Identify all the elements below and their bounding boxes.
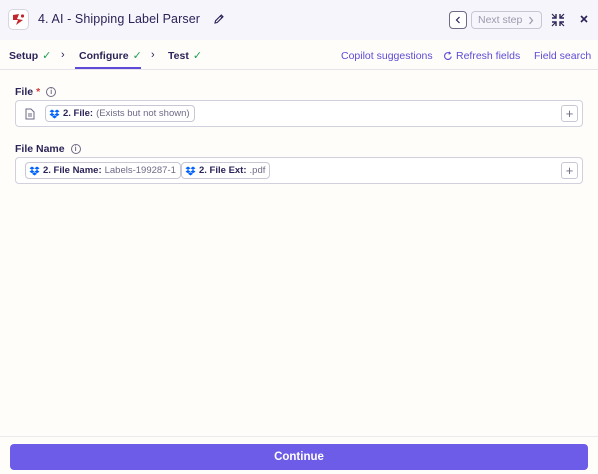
pill-label: 2. File Ext:: [199, 165, 247, 176]
refresh-fields-link[interactable]: Refresh fields: [443, 50, 520, 62]
active-tab-indicator: [75, 67, 141, 69]
file-field-label: File * i: [15, 86, 57, 98]
check-icon: ✓: [132, 50, 142, 62]
tab-test-label: Test: [168, 49, 189, 62]
dropbox-icon: [49, 109, 60, 118]
next-step-button[interactable]: Next step: [471, 11, 542, 29]
refresh-icon: [443, 51, 452, 60]
edit-pencil-icon[interactable]: [213, 13, 225, 25]
file-name-label-text: File Name: [15, 143, 65, 155]
check-icon: ✓: [192, 50, 203, 62]
add-field-plus-button[interactable]: +: [561, 105, 578, 122]
close-icon[interactable]: [578, 13, 590, 25]
check-icon: ✓: [42, 50, 52, 62]
pill-value: (Exists but not shown): [96, 108, 190, 119]
file-name-field[interactable]: 2. File Name: Labels-199287-1 2. File Ex…: [15, 157, 583, 184]
file-field[interactable]: 2. File: (Exists but not shown) +: [15, 100, 583, 127]
file-label-text: File: [15, 86, 34, 98]
file-name-field-label: File Name i: [15, 143, 81, 155]
pill-label: 2. File Name:: [43, 165, 102, 176]
required-asterisk: *: [36, 86, 41, 98]
dropbox-icon: [29, 166, 40, 175]
tab-configure[interactable]: Configure ✓: [79, 49, 142, 63]
info-icon[interactable]: i: [46, 87, 57, 97]
step-title[interactable]: 4. AI - Shipping Label Parser: [38, 12, 200, 26]
mapped-field-pill[interactable]: 2. File Ext: .pdf: [181, 162, 271, 179]
chevron-right-icon: [529, 16, 534, 25]
footer: Continue: [0, 436, 598, 474]
continue-button[interactable]: Continue: [10, 444, 588, 470]
pill-value: .pdf: [249, 165, 266, 176]
mapped-field-pill[interactable]: 2. File: (Exists but not shown): [45, 105, 195, 122]
collapse-icon[interactable]: [551, 13, 565, 27]
dropbox-icon: [185, 166, 196, 175]
info-icon[interactable]: i: [70, 144, 81, 154]
pill-label: 2. File:: [63, 108, 94, 119]
chevron-left-icon: [455, 16, 460, 24]
tab-setup[interactable]: Setup ✓: [9, 49, 52, 63]
next-step-label: Next step: [478, 14, 523, 26]
field-search-link[interactable]: Field search: [534, 50, 591, 62]
step-tabs: Setup ✓ › Configure ✓ › Test ✓ Copilot s…: [0, 40, 598, 70]
copilot-suggestions-link[interactable]: Copilot suggestions: [341, 50, 433, 62]
refresh-fields-label: Refresh fields: [456, 50, 521, 62]
tab-separator-chevron-icon: ›: [151, 49, 155, 61]
tab-configure-label: Configure: [79, 49, 129, 62]
app-logo-icon: [8, 9, 29, 30]
pill-value: Labels-199287-1: [104, 165, 176, 176]
tab-setup-label: Setup: [9, 49, 39, 62]
previous-step-button[interactable]: [449, 11, 467, 29]
document-icon: [25, 108, 35, 120]
tab-separator-chevron-icon: ›: [61, 49, 65, 61]
step-header: 4. AI - Shipping Label Parser Next step: [0, 0, 598, 40]
mapped-field-pill[interactable]: 2. File Name: Labels-199287-1: [25, 162, 181, 179]
add-field-plus-button[interactable]: +: [561, 162, 578, 179]
tab-test[interactable]: Test ✓: [168, 49, 203, 63]
